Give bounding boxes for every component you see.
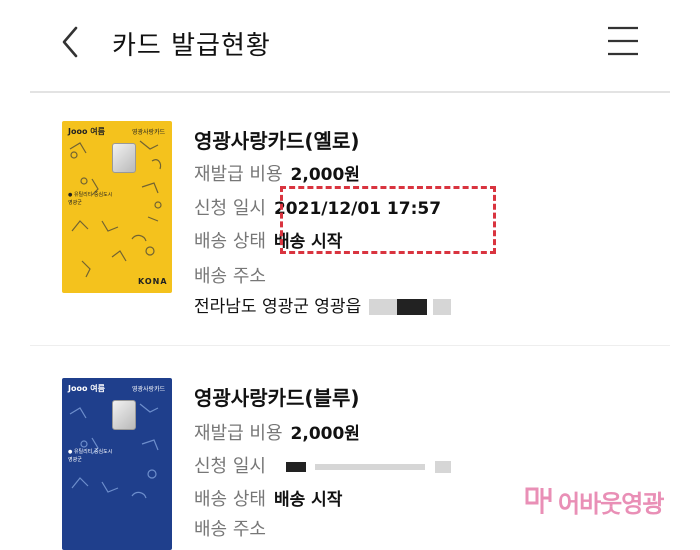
address-value: 전라남도 영광군 영광읍 [194, 297, 362, 317]
menu-button[interactable] [602, 22, 644, 62]
fee-value: 2,000원 [290, 424, 360, 444]
watermark: 어바웃영광 [524, 484, 664, 518]
card-slogan-line: ● 유틸리티 중심도시 [68, 449, 113, 455]
card-brand: Jooo 여름 [68, 127, 105, 136]
card-chip-icon [112, 400, 136, 430]
card-slogan: ● 유틸리티 중심도시 영광군 [68, 448, 112, 464]
status-label: 배송 상태 [194, 489, 266, 510]
date-row: 신청 일시 [194, 452, 452, 478]
address-label: 배송 주소 [194, 266, 266, 287]
chevron-left-icon [62, 26, 78, 58]
card-brand: Jooo 여름 [68, 384, 105, 393]
date-label: 신청 일시 [194, 198, 266, 219]
card-name: 영광사랑카드(옐로) [194, 129, 360, 153]
card-image-yellow: Jooo 여름 영광사랑카드 ● 유틸리티 중심도시 영광군 KONA [62, 121, 172, 293]
card-image-blue: Jooo 여름 영광사랑카드 ● 유틸리티 중심도시 영광군 [62, 378, 172, 550]
fee-row: 재발급 비용 2,000원 [194, 160, 360, 186]
card-chip-icon [112, 143, 136, 173]
status-row: 배송 상태 배송 시작 [194, 485, 342, 511]
card-logo: KONA [138, 277, 168, 286]
card-slogan-line: 영광군 [68, 200, 82, 206]
fee-row: 재발급 비용 2,000원 [194, 419, 360, 445]
redaction [432, 299, 451, 315]
redaction [435, 461, 452, 473]
app-header: 카드 발급현황 [0, 0, 700, 90]
header-divider [30, 91, 670, 93]
address-row: 전라남도 영광군 영광읍 [194, 292, 451, 317]
redaction [285, 462, 306, 472]
fee-label: 재발급 비용 [194, 423, 283, 444]
back-button[interactable] [52, 22, 92, 62]
redaction [315, 464, 426, 470]
fee-value: 2,000원 [290, 165, 360, 185]
redaction [368, 299, 397, 315]
status-value: 배송 시작 [273, 490, 343, 510]
highlight-box [280, 186, 496, 254]
card-slogan: ● 유틸리티 중심도시 영광군 [68, 191, 112, 207]
card-label: 영광사랑카드 [132, 386, 166, 393]
card-slogan-line: 영광군 [68, 457, 82, 463]
fee-label: 재발급 비용 [194, 164, 283, 185]
hamburger-menu-icon [608, 26, 638, 56]
redaction [396, 299, 427, 315]
watermark-logo-icon [525, 487, 552, 514]
card-name: 영광사랑카드(블루) [194, 386, 360, 410]
date-label: 신청 일시 [194, 456, 266, 477]
card-label: 영광사랑카드 [132, 129, 166, 136]
watermark-text: 어바웃영광 [558, 489, 664, 518]
item-divider [30, 345, 670, 346]
card-slogan-line: ● 유틸리티 중심도시 [68, 192, 113, 198]
status-label: 배송 상태 [194, 231, 266, 252]
page-title: 카드 발급현황 [112, 31, 271, 61]
address-label: 배송 주소 [194, 519, 266, 540]
